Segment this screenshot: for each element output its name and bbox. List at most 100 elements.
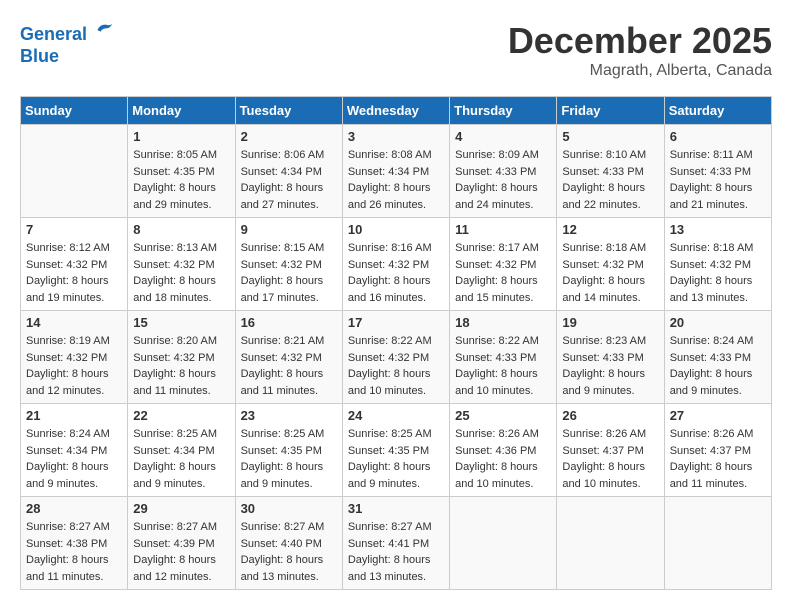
title-block: December 2025 Magrath, Alberta, Canada: [508, 20, 772, 80]
calendar-cell: 11Sunrise: 8:17 AM Sunset: 4:32 PM Dayli…: [450, 218, 557, 311]
calendar-cell: 3 Sunrise: 8:08 AM Sunset: 4:34 PM Daylig…: [342, 125, 449, 218]
day-number: 30: [241, 501, 337, 516]
day-info: Sunrise: 8:18 AM Sunset: 4:32 PM Dayligh…: [670, 240, 766, 306]
day-number: 15: [133, 315, 229, 330]
calendar-cell: 17 Sunrise: 8:22 AM Sunset: 4:32 PM Dayli…: [342, 311, 449, 404]
day-number: 19: [562, 315, 658, 330]
calendar-week-row: 14Sunrise: 8:19 AM Sunset: 4:32 PM Dayli…: [21, 311, 772, 404]
day-number: 7: [26, 222, 122, 237]
day-number: 9: [241, 222, 337, 237]
day-number: 14: [26, 315, 122, 330]
calendar-cell: 10 Sunrise: 8:16 AM Sunset: 4:32 PM Dayli…: [342, 218, 449, 311]
day-info: Sunrise: 8:27 AM Sunset: 4:38 PM Dayligh…: [26, 519, 122, 585]
calendar-header-row: SundayMondayTuesdayWednesdayThursdayFrid…: [21, 97, 772, 125]
logo: General Blue: [20, 20, 114, 67]
day-info: Sunrise: 8:18 AM Sunset: 4:32 PM Dayligh…: [562, 240, 658, 306]
calendar-cell: 27 Sunrise: 8:26 AM Sunset: 4:37 PM Dayli…: [664, 404, 771, 497]
calendar-week-row: 7Sunrise: 8:12 AM Sunset: 4:32 PM Daylig…: [21, 218, 772, 311]
day-info: Sunrise: 8:15 AM Sunset: 4:32 PM Dayligh…: [241, 240, 337, 306]
calendar-cell: 30 Sunrise: 8:27 AM Sunset: 4:40 PM Dayli…: [235, 497, 342, 590]
day-number: 31: [348, 501, 444, 516]
day-number: 1: [133, 129, 229, 144]
day-info: Sunrise: 8:27 AM Sunset: 4:40 PM Dayligh…: [241, 519, 337, 585]
day-info: Sunrise: 8:26 AM Sunset: 4:36 PM Dayligh…: [455, 426, 551, 492]
day-number: 26: [562, 408, 658, 423]
calendar-cell: 12 Sunrise: 8:18 AM Sunset: 4:32 PM Dayli…: [557, 218, 664, 311]
calendar-cell: 25 Sunrise: 8:26 AM Sunset: 4:36 PM Dayli…: [450, 404, 557, 497]
calendar-cell: 20 Sunrise: 8:24 AM Sunset: 4:33 PM Dayli…: [664, 311, 771, 404]
day-info: Sunrise: 8:20 AM Sunset: 4:32 PM Dayligh…: [133, 333, 229, 399]
day-info: Sunrise: 8:27 AM Sunset: 4:39 PM Dayligh…: [133, 519, 229, 585]
day-number: 20: [670, 315, 766, 330]
day-info: Sunrise: 8:16 AM Sunset: 4:32 PM Dayligh…: [348, 240, 444, 306]
calendar-cell: 28Sunrise: 8:27 AM Sunset: 4:38 PM Dayli…: [21, 497, 128, 590]
day-info: Sunrise: 8:08 AM Sunset: 4:34 PM Dayligh…: [348, 147, 444, 213]
day-number: 16: [241, 315, 337, 330]
day-number: 25: [455, 408, 551, 423]
calendar-cell: [21, 125, 128, 218]
calendar-cell: 18 Sunrise: 8:22 AM Sunset: 4:33 PM Dayli…: [450, 311, 557, 404]
day-number: 2: [241, 129, 337, 144]
col-header-thursday: Thursday: [450, 97, 557, 125]
day-number: 5: [562, 129, 658, 144]
day-info: Sunrise: 8:13 AM Sunset: 4:32 PM Dayligh…: [133, 240, 229, 306]
col-header-wednesday: Wednesday: [342, 97, 449, 125]
day-number: 3: [348, 129, 444, 144]
day-info: Sunrise: 8:22 AM Sunset: 4:32 PM Dayligh…: [348, 333, 444, 399]
logo-bird-icon: [94, 20, 114, 40]
col-header-monday: Monday: [128, 97, 235, 125]
calendar-cell: 21 Sunrise: 8:24 AM Sunset: 4:34 PM Dayli…: [21, 404, 128, 497]
day-number: 27: [670, 408, 766, 423]
calendar-cell: 7Sunrise: 8:12 AM Sunset: 4:32 PM Daylig…: [21, 218, 128, 311]
day-info: Sunrise: 8:09 AM Sunset: 4:33 PM Dayligh…: [455, 147, 551, 213]
day-number: 12: [562, 222, 658, 237]
calendar-cell: 4 Sunrise: 8:09 AM Sunset: 4:33 PM Daylig…: [450, 125, 557, 218]
calendar-cell: [664, 497, 771, 590]
calendar-week-row: 1Sunrise: 8:05 AM Sunset: 4:35 PM Daylig…: [21, 125, 772, 218]
day-info: Sunrise: 8:26 AM Sunset: 4:37 PM Dayligh…: [562, 426, 658, 492]
calendar-cell: 1Sunrise: 8:05 AM Sunset: 4:35 PM Daylig…: [128, 125, 235, 218]
calendar-table: SundayMondayTuesdayWednesdayThursdayFrid…: [20, 96, 772, 590]
calendar-cell: 6Sunrise: 8:11 AM Sunset: 4:33 PM Daylig…: [664, 125, 771, 218]
col-header-sunday: Sunday: [21, 97, 128, 125]
calendar-cell: 31 Sunrise: 8:27 AM Sunset: 4:41 PM Dayli…: [342, 497, 449, 590]
day-number: 21: [26, 408, 122, 423]
col-header-tuesday: Tuesday: [235, 97, 342, 125]
day-info: Sunrise: 8:21 AM Sunset: 4:32 PM Dayligh…: [241, 333, 337, 399]
day-info: Sunrise: 8:25 AM Sunset: 4:35 PM Dayligh…: [348, 426, 444, 492]
col-header-friday: Friday: [557, 97, 664, 125]
day-number: 11: [455, 222, 551, 237]
day-info: Sunrise: 8:24 AM Sunset: 4:33 PM Dayligh…: [670, 333, 766, 399]
day-number: 18: [455, 315, 551, 330]
day-info: Sunrise: 8:22 AM Sunset: 4:33 PM Dayligh…: [455, 333, 551, 399]
calendar-cell: 26 Sunrise: 8:26 AM Sunset: 4:37 PM Dayli…: [557, 404, 664, 497]
day-number: 10: [348, 222, 444, 237]
calendar-cell: 29 Sunrise: 8:27 AM Sunset: 4:39 PM Dayli…: [128, 497, 235, 590]
day-info: Sunrise: 8:24 AM Sunset: 4:34 PM Dayligh…: [26, 426, 122, 492]
day-number: 13: [670, 222, 766, 237]
calendar-cell: [557, 497, 664, 590]
day-info: Sunrise: 8:06 AM Sunset: 4:34 PM Dayligh…: [241, 147, 337, 213]
day-number: 22: [133, 408, 229, 423]
calendar-cell: 15 Sunrise: 8:20 AM Sunset: 4:32 PM Dayli…: [128, 311, 235, 404]
day-number: 17: [348, 315, 444, 330]
day-info: Sunrise: 8:23 AM Sunset: 4:33 PM Dayligh…: [562, 333, 658, 399]
calendar-cell: 2 Sunrise: 8:06 AM Sunset: 4:34 PM Daylig…: [235, 125, 342, 218]
month-year-title: December 2025: [508, 20, 772, 62]
day-info: Sunrise: 8:11 AM Sunset: 4:33 PM Dayligh…: [670, 147, 766, 213]
calendar-cell: 13 Sunrise: 8:18 AM Sunset: 4:32 PM Dayli…: [664, 218, 771, 311]
day-info: Sunrise: 8:25 AM Sunset: 4:35 PM Dayligh…: [241, 426, 337, 492]
calendar-cell: 22Sunrise: 8:25 AM Sunset: 4:34 PM Dayli…: [128, 404, 235, 497]
day-number: 29: [133, 501, 229, 516]
day-info: Sunrise: 8:26 AM Sunset: 4:37 PM Dayligh…: [670, 426, 766, 492]
calendar-cell: 9 Sunrise: 8:15 AM Sunset: 4:32 PM Daylig…: [235, 218, 342, 311]
calendar-cell: 8Sunrise: 8:13 AM Sunset: 4:32 PM Daylig…: [128, 218, 235, 311]
calendar-cell: [450, 497, 557, 590]
calendar-cell: 14Sunrise: 8:19 AM Sunset: 4:32 PM Dayli…: [21, 311, 128, 404]
calendar-week-row: 21 Sunrise: 8:24 AM Sunset: 4:34 PM Dayli…: [21, 404, 772, 497]
day-number: 24: [348, 408, 444, 423]
calendar-cell: 23Sunrise: 8:25 AM Sunset: 4:35 PM Dayli…: [235, 404, 342, 497]
day-number: 4: [455, 129, 551, 144]
calendar-cell: 16 Sunrise: 8:21 AM Sunset: 4:32 PM Dayli…: [235, 311, 342, 404]
day-info: Sunrise: 8:27 AM Sunset: 4:41 PM Dayligh…: [348, 519, 444, 585]
